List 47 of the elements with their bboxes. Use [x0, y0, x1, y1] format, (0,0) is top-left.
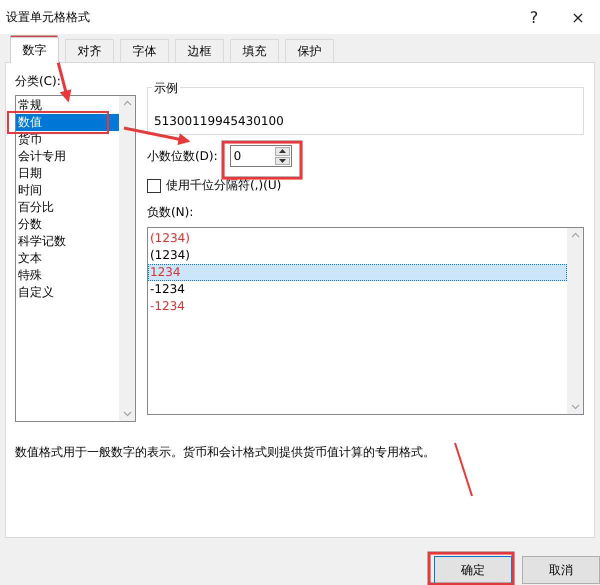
category-item[interactable]: 自定义	[16, 284, 119, 301]
option-text: (1234)	[150, 248, 190, 262]
negative-number-option[interactable]: (1234)	[148, 247, 567, 264]
tab[interactable]: 边框	[175, 39, 224, 62]
tab[interactable]: 填充	[230, 39, 279, 62]
tab[interactable]: 保护	[285, 39, 334, 62]
tab[interactable]: 对齐	[65, 39, 114, 62]
category-item[interactable]: 特殊	[16, 267, 119, 284]
category-item[interactable]: 分数	[16, 216, 119, 233]
option-text: -1234	[150, 299, 185, 313]
thousands-separator-label[interactable]: 使用千位分隔符(,)(U)	[166, 177, 282, 194]
decimal-places-label: 小数位数(D):	[147, 148, 218, 164]
negative-number-option[interactable]: -1234	[148, 281, 567, 298]
annotation-arrow	[124, 126, 190, 145]
option-text: 1234	[150, 265, 181, 279]
category-item[interactable]: 数值	[16, 114, 119, 131]
scrollbar[interactable]	[119, 96, 135, 421]
negative-number-option[interactable]: (1234)	[148, 230, 567, 247]
description-text: 数值格式用于一般数字的表示。货币和会计格式则提供货币值计算的专用格式。	[15, 444, 436, 461]
category-item[interactable]: 日期	[16, 165, 119, 182]
help-button[interactable]: ?	[512, 8, 556, 26]
category-item[interactable]: 时间	[16, 182, 119, 199]
negative-number-option[interactable]: -1234	[148, 298, 567, 315]
tab[interactable]: 数字	[10, 37, 59, 63]
scroll-down-icon[interactable]	[570, 404, 580, 410]
category-item[interactable]: 百分比	[16, 199, 119, 216]
option-text: -1234	[150, 282, 185, 296]
sample-value: 51300119945430100	[154, 114, 284, 128]
option-text: (1234)	[150, 231, 190, 245]
category-item[interactable]: 文本	[16, 250, 119, 267]
dialog-button[interactable]: 确定	[434, 556, 512, 584]
window-title: 设置单元格格式	[6, 8, 91, 26]
tab[interactable]: 字体	[120, 39, 169, 62]
scroll-up-icon[interactable]	[570, 232, 580, 238]
sample-label: 示例	[152, 80, 180, 97]
annotation-line	[454, 442, 473, 496]
category-item[interactable]: 科学记数	[16, 233, 119, 250]
negative-numbers-label: 负数(N):	[147, 204, 194, 221]
category-label: 分类(C):	[15, 73, 62, 90]
close-button[interactable]: ×	[556, 8, 600, 26]
scrollbar[interactable]	[567, 228, 583, 414]
scroll-down-icon[interactable]	[122, 411, 132, 417]
category-item[interactable]: 常规	[16, 97, 119, 114]
category-item[interactable]: 会计专用	[16, 148, 119, 165]
scroll-up-icon[interactable]	[122, 100, 132, 106]
checkbox[interactable]	[147, 178, 161, 192]
dialog-button[interactable]: 取消	[522, 556, 600, 584]
